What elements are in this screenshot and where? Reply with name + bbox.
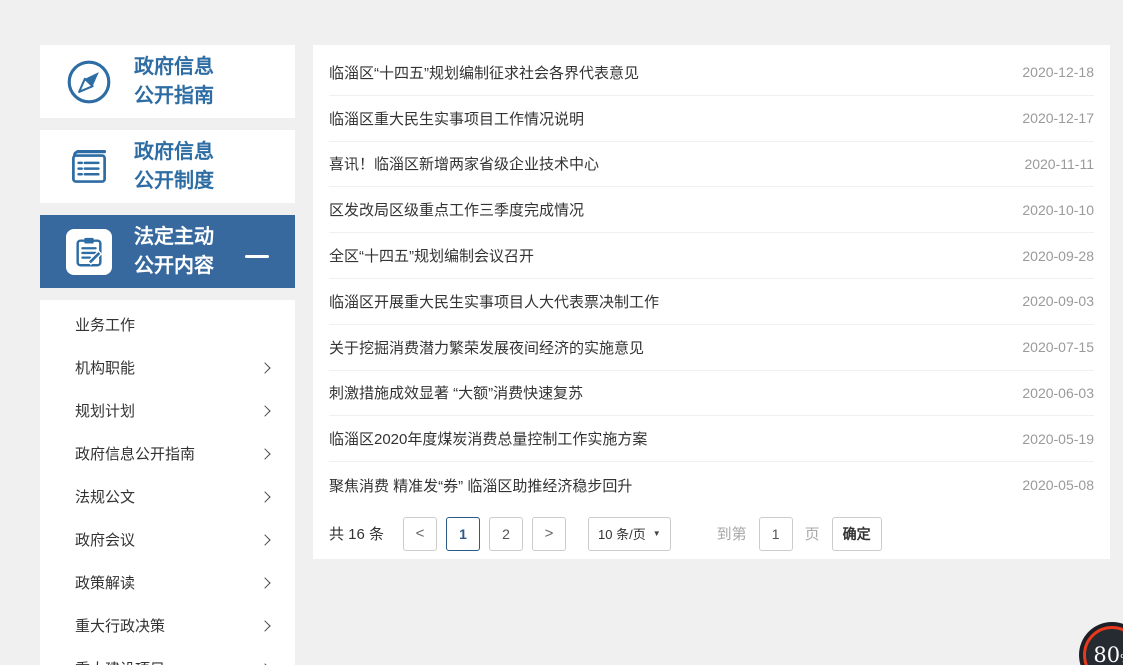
sidebar-menu-item[interactable]: 重大行政决策	[40, 604, 295, 647]
sidebar-block-label: 政府信息 公开制度	[134, 138, 214, 196]
news-title-link[interactable]: 聚焦消费 精准发“券” 临淄区助推经济稳步回升	[329, 475, 632, 496]
next-page-button[interactable]: >	[532, 517, 566, 551]
zoom-percentage: 80	[1093, 643, 1120, 665]
compass-icon	[60, 57, 118, 107]
goto-confirm-button[interactable]: 确定	[832, 517, 882, 551]
sidebar-menu-item[interactable]: 政策解读	[40, 561, 295, 604]
sidebar-block-gov-info-system[interactable]: 政府信息 公开制度	[40, 130, 295, 203]
page-number-button[interactable]: 2	[489, 517, 523, 551]
sidebar-menu-item[interactable]: 政府信息公开指南	[40, 432, 295, 475]
caret-down-icon: ▼	[653, 529, 661, 538]
sidebar-menu-item-label: 重大行政决策	[75, 615, 165, 636]
news-date: 2020-06-03	[1022, 385, 1094, 401]
chevron-right-icon	[259, 577, 270, 588]
goto-page-input[interactable]	[759, 517, 793, 551]
sidebar-menu-item-label: 机构职能	[75, 357, 135, 378]
news-row: 临淄区开展重大民生实事项目人大代表票决制工作 2020-09-03	[329, 279, 1094, 325]
news-row: 全区“十四五”规划编制会议召开 2020-09-28	[329, 233, 1094, 279]
news-row: 关于挖掘消费潜力繁荣发展夜间经济的实施意见 2020-07-15	[329, 325, 1094, 371]
news-date: 2020-10-10	[1022, 202, 1094, 218]
sidebar-menu: 业务工作机构职能规划计划政府信息公开指南法规公文政府会议政策解读重大行政决策重大…	[40, 300, 295, 665]
news-date: 2020-11-11	[1024, 156, 1094, 172]
news-row: 区发改局区级重点工作三季度完成情况 2020-10-10	[329, 187, 1094, 233]
sidebar-menu-item[interactable]: 机构职能	[40, 346, 295, 389]
news-date: 2020-09-03	[1022, 293, 1094, 309]
chevron-right-icon	[259, 534, 270, 545]
news-row: 刺激措施成效显著 “大额”消费快速复苏 2020-06-03	[329, 371, 1094, 417]
zoom-ring-icon: 80 %	[1083, 626, 1123, 665]
sidebar-menu-item-label: 政策解读	[75, 572, 135, 593]
news-row: 临淄区“十四五”规划编制征求社会各界代表意见 2020-12-18	[329, 50, 1094, 96]
clipboard-pen-icon	[60, 229, 118, 275]
news-date: 2020-07-15	[1022, 339, 1094, 355]
sidebar-menu-item-label: 重大建设项目	[75, 658, 165, 665]
news-list: 临淄区“十四五”规划编制征求社会各界代表意见 2020-12-18 临淄区重大民生实…	[313, 50, 1110, 508]
sidebar-block-statutory-disclosure[interactable]: 法定主动 公开内容	[40, 215, 295, 288]
sidebar-menu-item-label: 政府信息公开指南	[75, 443, 195, 464]
chevron-right-icon	[259, 362, 270, 373]
page-number-buttons: 12	[446, 517, 532, 551]
news-title-link[interactable]: 全区“十四五”规划编制会议召开	[329, 245, 534, 266]
sidebar-menu-item-label: 业务工作	[75, 314, 135, 335]
page-zoom-widget[interactable]: 80 %	[1079, 622, 1123, 665]
chevron-right-icon	[259, 448, 270, 459]
sidebar-menu-item[interactable]: 政府会议	[40, 518, 295, 561]
news-row: 聚焦消费 精准发“券” 临淄区助推经济稳步回升 2020-05-08	[329, 462, 1094, 508]
book-icon	[60, 142, 118, 192]
news-date: 2020-05-19	[1022, 431, 1094, 447]
news-row: 临淄区重大民生实事项目工作情况说明 2020-12-17	[329, 96, 1094, 142]
news-date: 2020-12-17	[1022, 110, 1094, 126]
news-title-link[interactable]: 关于挖掘消费潜力繁荣发展夜间经济的实施意见	[329, 337, 644, 358]
news-title-link[interactable]: 临淄区重大民生实事项目工作情况说明	[329, 108, 584, 129]
collapse-minus-icon	[245, 255, 269, 258]
pagination-bar: 共 16 条 < 12 > 10 条/页 ▼ 到第 页 确定	[313, 508, 1110, 560]
news-panel: 临淄区“十四五”规划编制征求社会各界代表意见 2020-12-18 临淄区重大民生实…	[313, 45, 1110, 559]
news-title-link[interactable]: 临淄区“十四五”规划编制征求社会各界代表意见	[329, 62, 639, 83]
sidebar-menu-item[interactable]: 重大建设项目	[40, 647, 295, 665]
news-title-link[interactable]: 临淄区2020年度煤炭消费总量控制工作实施方案	[329, 428, 647, 449]
chevron-right-icon	[259, 491, 270, 502]
sidebar-block-label: 政府信息 公开指南	[134, 53, 214, 111]
news-title-link[interactable]: 喜讯！临淄区新增两家省级企业技术中心	[329, 153, 599, 174]
page-size-select[interactable]: 10 条/页 ▼	[588, 517, 671, 551]
page-size-label: 10 条/页	[598, 524, 646, 543]
chevron-right-icon	[259, 620, 270, 631]
news-date: 2020-12-18	[1022, 64, 1094, 80]
goto-page-prefix: 到第	[717, 523, 747, 544]
news-title-link[interactable]: 刺激措施成效显著 “大额”消费快速复苏	[329, 382, 583, 403]
goto-page-suffix: 页	[805, 523, 820, 544]
chevron-right-icon	[259, 405, 270, 416]
sidebar-block-label: 法定主动 公开内容	[134, 223, 214, 281]
sidebar-menu-item[interactable]: 规划计划	[40, 389, 295, 432]
news-row: 喜讯！临淄区新增两家省级企业技术中心 2020-11-11	[329, 142, 1094, 188]
sidebar-menu-item-label: 法规公文	[75, 486, 135, 507]
news-date: 2020-09-28	[1022, 248, 1094, 264]
news-title-link[interactable]: 临淄区开展重大民生实事项目人大代表票决制工作	[329, 291, 659, 312]
sidebar-menu-item[interactable]: 法规公文	[40, 475, 295, 518]
news-title-link[interactable]: 区发改局区级重点工作三季度完成情况	[329, 199, 584, 220]
pagination-total: 共 16 条	[329, 523, 384, 544]
sidebar-menu-item-label: 政府会议	[75, 529, 135, 550]
sidebar-menu-item[interactable]: 业务工作	[40, 303, 295, 346]
sidebar-menu-item-label: 规划计划	[75, 400, 135, 421]
sidebar: 政府信息 公开指南 政府信息 公开制度	[40, 45, 295, 665]
sidebar-block-gov-info-guide[interactable]: 政府信息 公开指南	[40, 45, 295, 118]
news-date: 2020-05-08	[1022, 477, 1094, 493]
news-row: 临淄区2020年度煤炭消费总量控制工作实施方案 2020-05-19	[329, 416, 1094, 462]
page-number-button[interactable]: 1	[446, 517, 480, 551]
prev-page-button[interactable]: <	[403, 517, 437, 551]
